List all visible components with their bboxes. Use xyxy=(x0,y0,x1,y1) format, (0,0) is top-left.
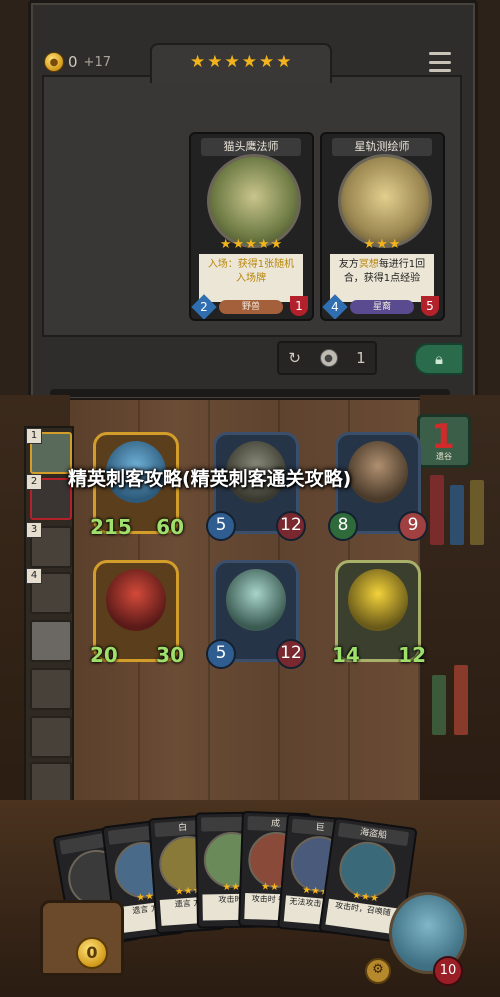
book xyxy=(430,475,444,545)
card-tribe-tag: 星裔 xyxy=(350,300,414,314)
unit-attack: 14 xyxy=(332,643,360,667)
unit-health: 30 xyxy=(156,643,184,667)
board-unit-6[interactable]: 14 12 xyxy=(332,560,426,667)
card-health: 1 xyxy=(290,296,308,316)
opponent-list: 1 2 3 4 xyxy=(24,426,74,810)
tavern-star-rating: ★★★★★★ xyxy=(190,52,294,72)
article-title: 精英刺客攻略(精英刺客通关攻略) xyxy=(68,468,352,490)
board-unit-4[interactable]: 20 30 xyxy=(90,560,184,667)
book xyxy=(450,485,464,545)
chest-gold: 0 xyxy=(76,937,108,969)
menu-icon xyxy=(429,52,451,55)
shop-card-owl-mage[interactable]: 猫头鹰法师 ★★★★★ 入场：获得1张随机 入场牌 2 野兽 1 xyxy=(189,132,314,321)
settings-gear-icon[interactable]: ⚙ xyxy=(365,958,391,984)
tavern-level-label: 遗谷 xyxy=(436,452,452,461)
lock-shop-button[interactable]: 🔒︎ xyxy=(414,343,464,375)
coin-counter: ● 0 +17 xyxy=(44,51,111,73)
shop-scroll-bar[interactable] xyxy=(50,389,450,397)
unit-health: 12 xyxy=(398,643,426,667)
cartographer-portrait-icon xyxy=(338,154,432,248)
opponent-slot-4[interactable]: 4 xyxy=(26,568,72,614)
game-screen: ★★★★★★ ● 0 +17 猫头鹰法师 ★★★★★ 入场：获得1张随机 入场牌… xyxy=(0,0,500,997)
refresh-shop-button[interactable]: ↻ ● 1 xyxy=(277,341,377,375)
card-description: 入场：获得1张随机 入场牌 xyxy=(199,254,303,302)
card-attack: 2 xyxy=(191,294,217,319)
lock-icon: 🔒︎ xyxy=(435,350,443,368)
hero-health: 10 xyxy=(433,956,463,986)
article-title-overlay: 精英刺客攻略(精英刺客通关攻略) xyxy=(68,466,413,526)
shop-card-star-cartographer[interactable]: 星轨测绘师 ★★★ 友方冥想每进行1回 合，获得1点经验 4 星裔 5 xyxy=(320,132,445,321)
opponent-slot-1[interactable]: 1 xyxy=(26,428,72,474)
opponent-slot-5[interactable] xyxy=(30,620,72,662)
opponent-slot-3[interactable]: 3 xyxy=(26,522,72,568)
refresh-cost: 1 xyxy=(356,349,366,367)
card-stars: ★★★ xyxy=(363,237,402,252)
card-description: 友方冥想每进行1回 合，获得1点经验 xyxy=(330,254,434,302)
owl-portrait-icon xyxy=(207,154,301,248)
unit-portrait-icon xyxy=(226,569,286,631)
opponent-slot-8[interactable] xyxy=(30,762,72,804)
card-health: 5 xyxy=(421,296,439,316)
unit-attack: 5 xyxy=(206,639,236,669)
book xyxy=(470,480,484,545)
card-attack: 4 xyxy=(322,294,348,319)
coin-cost-icon: ● xyxy=(319,349,338,367)
book xyxy=(432,675,446,735)
refresh-icon: ↻ xyxy=(288,349,301,367)
unit-attack: 20 xyxy=(90,643,118,667)
tavern-level-sign[interactable]: 1 遗谷 xyxy=(417,414,471,468)
menu-button[interactable] xyxy=(429,52,451,72)
opponent-slot-6[interactable] xyxy=(30,668,72,710)
unit-health: 12 xyxy=(276,639,306,669)
opponent-slot-7[interactable] xyxy=(30,716,72,758)
opponent-slot-2[interactable]: 2 xyxy=(26,474,72,520)
card-tribe-tag: 野兽 xyxy=(219,300,283,314)
coin-amount: 0 xyxy=(68,53,78,71)
board-unit-5[interactable]: 5 12 xyxy=(206,560,306,669)
unit-portrait-icon xyxy=(106,569,166,631)
coin-income: +17 xyxy=(83,54,111,70)
coin-icon: ● xyxy=(44,52,64,72)
unit-portrait-icon xyxy=(348,569,408,631)
card-stars: ★★★★★ xyxy=(219,237,284,252)
book xyxy=(454,665,468,735)
